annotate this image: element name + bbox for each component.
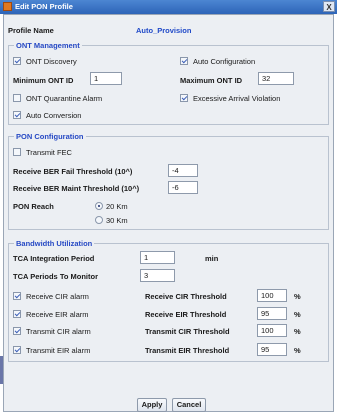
excessive-arrival-label: Excessive Arrival Violation: [193, 94, 281, 103]
receive-cir-unit: %: [294, 292, 301, 301]
reach-20km-label: 20 Km: [106, 202, 128, 211]
tca-period-unit: min: [205, 254, 219, 263]
transmit-eir-alarm-label: Transmit EIR alarm: [26, 346, 91, 355]
ont-management-title: ONT Management: [14, 41, 82, 50]
reach-30km-label: 30 Km: [106, 216, 128, 225]
receive-cir-alarm-label: Receive CIR alarm: [26, 292, 89, 301]
profile-name-value: Auto_Provision: [136, 26, 192, 35]
profile-name-label: Profile Name: [8, 26, 54, 35]
auto-configuration-checkbox[interactable]: [180, 57, 188, 65]
auto-conversion-label: Auto Conversion: [26, 111, 82, 120]
ont-discovery-label: ONT Discovery: [26, 57, 77, 66]
tca-period-label: TCA Integration Period: [13, 254, 95, 263]
pon-reach-label: PON Reach: [13, 202, 54, 211]
receive-eir-threshold-input[interactable]: 95: [257, 307, 287, 320]
tca-monitor-label: TCA Periods To Monitor: [13, 272, 98, 281]
excessive-arrival-checkbox[interactable]: [180, 94, 188, 102]
transmit-cir-checkbox[interactable]: [13, 327, 21, 335]
transmit-fec-label: Transmit FEC: [26, 148, 72, 157]
bandwidth-utilization-title: Bandwidth Utilization: [14, 239, 95, 248]
tca-monitor-input[interactable]: 3: [140, 269, 175, 282]
reach-20km-radio[interactable]: [95, 202, 103, 210]
min-ont-id-label: Minimum ONT ID: [13, 76, 74, 85]
reach-30km-radio[interactable]: [95, 216, 103, 224]
transmit-cir-unit: %: [294, 327, 301, 336]
transmit-fec-checkbox[interactable]: [13, 148, 21, 156]
transmit-eir-unit: %: [294, 346, 301, 355]
transmit-cir-threshold-label: Transmit CIR Threshold: [145, 327, 230, 336]
close-button[interactable]: X: [323, 1, 335, 12]
max-ont-id-input[interactable]: 32: [258, 72, 294, 85]
transmit-cir-alarm-label: Transmit CIR alarm: [26, 327, 91, 336]
window-title: Edit PON Profile: [15, 2, 73, 11]
auto-conversion-checkbox[interactable]: [13, 111, 21, 119]
receive-eir-alarm-label: Receive EIR alarm: [26, 310, 89, 319]
transmit-eir-threshold-label: Transmit EIR Threshold: [145, 346, 230, 355]
receive-cir-checkbox[interactable]: [13, 292, 21, 300]
auto-configuration-label: Auto Configuration: [193, 57, 256, 66]
transmit-eir-checkbox[interactable]: [13, 346, 21, 354]
transmit-cir-threshold-input[interactable]: 100: [257, 324, 287, 337]
max-ont-id-label: Maximum ONT ID: [180, 76, 243, 85]
ber-maint-input[interactable]: -6: [168, 181, 198, 194]
quarantine-alarm-label: ONT Quarantine Alarm: [26, 94, 103, 103]
ber-maint-label: Receive BER Maint Threshold (10^): [13, 184, 140, 193]
receive-eir-checkbox[interactable]: [13, 310, 21, 318]
receive-eir-unit: %: [294, 310, 301, 319]
title-bar: Edit PON Profile X: [0, 0, 337, 14]
min-ont-id-input[interactable]: 1: [90, 72, 122, 85]
apply-button[interactable]: Apply: [137, 398, 167, 412]
app-icon: [3, 2, 12, 11]
ber-fail-input[interactable]: -4: [168, 164, 198, 177]
ont-discovery-checkbox[interactable]: [13, 57, 21, 65]
ber-fail-label: Receive BER Fail Threshold (10^): [13, 167, 133, 176]
transmit-eir-threshold-input[interactable]: 95: [257, 343, 287, 356]
receive-cir-threshold-label: Receive CIR Threshold: [145, 292, 227, 301]
pon-configuration-title: PON Configuration: [14, 132, 86, 141]
tca-period-input[interactable]: 1: [140, 251, 175, 264]
cancel-button[interactable]: Cancel: [172, 398, 206, 412]
quarantine-alarm-checkbox[interactable]: [13, 94, 21, 102]
receive-cir-threshold-input[interactable]: 100: [257, 289, 287, 302]
receive-eir-threshold-label: Receive EIR Threshold: [145, 310, 227, 319]
